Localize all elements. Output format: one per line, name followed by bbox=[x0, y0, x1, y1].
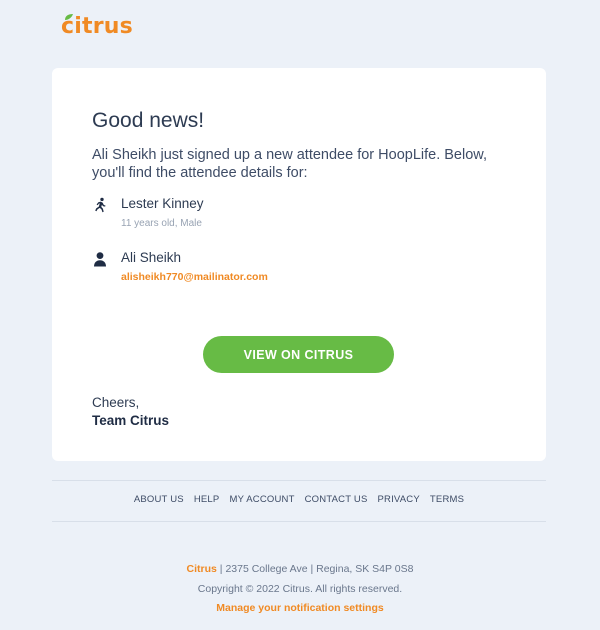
registrant-name: Ali Sheikh bbox=[121, 250, 182, 265]
headline: Good news! bbox=[92, 109, 205, 132]
footer-nav: ABOUT US HELP MY ACCOUNT CONTACT US PRIV… bbox=[52, 494, 546, 505]
footer-link-my-account[interactable]: MY ACCOUNT bbox=[229, 494, 294, 505]
signoff-greeting: Cheers, bbox=[92, 395, 140, 410]
footer-link-terms[interactable]: TERMS bbox=[430, 494, 464, 505]
manage-notifications-link[interactable]: Manage your notification settings bbox=[216, 602, 383, 614]
message-card: Good news! Ali Sheikh just signed up a n… bbox=[52, 68, 546, 461]
view-on-citrus-button[interactable]: VIEW ON CITRUS bbox=[203, 336, 394, 373]
leaf-icon bbox=[65, 14, 73, 20]
footer-manage: Manage your notification settings bbox=[0, 602, 600, 614]
footer-brand: Citrus bbox=[186, 563, 217, 575]
attendee-details: Lester Kinney 11 years old, Male bbox=[92, 196, 204, 230]
registrant-email[interactable]: alisheikh770@mailinator.com bbox=[121, 271, 268, 283]
signoff: Cheers, Team Citrus bbox=[92, 394, 169, 430]
footer-link-privacy[interactable]: PRIVACY bbox=[378, 494, 420, 505]
footer-divider-bottom bbox=[52, 521, 546, 522]
footer-link-contact-us[interactable]: CONTACT US bbox=[305, 494, 368, 505]
footer-copyright: Copyright © 2022 Citrus. All rights rese… bbox=[197, 583, 403, 595]
intro-text: Ali Sheikh just signed up a new attendee… bbox=[92, 147, 487, 181]
attendee-name: Lester Kinney bbox=[121, 196, 204, 211]
footer-link-help[interactable]: HELP bbox=[194, 494, 220, 505]
signoff-team: Team Citrus bbox=[92, 413, 170, 428]
footer-address: | 2375 College Ave | Regina, SK S4P 0S8 bbox=[216, 563, 414, 575]
registrant-details: Ali Sheikh alisheikh770@mailinator.com bbox=[92, 250, 268, 283]
footer-address-line: Citrus | 2375 College Ave | Regina, SK S… bbox=[0, 563, 600, 575]
user-icon bbox=[94, 252, 106, 267]
footer-divider-top bbox=[52, 480, 546, 481]
attendee-age-gender: 11 years old, Male bbox=[121, 218, 202, 229]
citrus-logo[interactable]: citrus bbox=[61, 14, 133, 40]
footer-link-about-us[interactable]: ABOUT US bbox=[134, 494, 184, 505]
running-person-icon bbox=[95, 197, 106, 213]
